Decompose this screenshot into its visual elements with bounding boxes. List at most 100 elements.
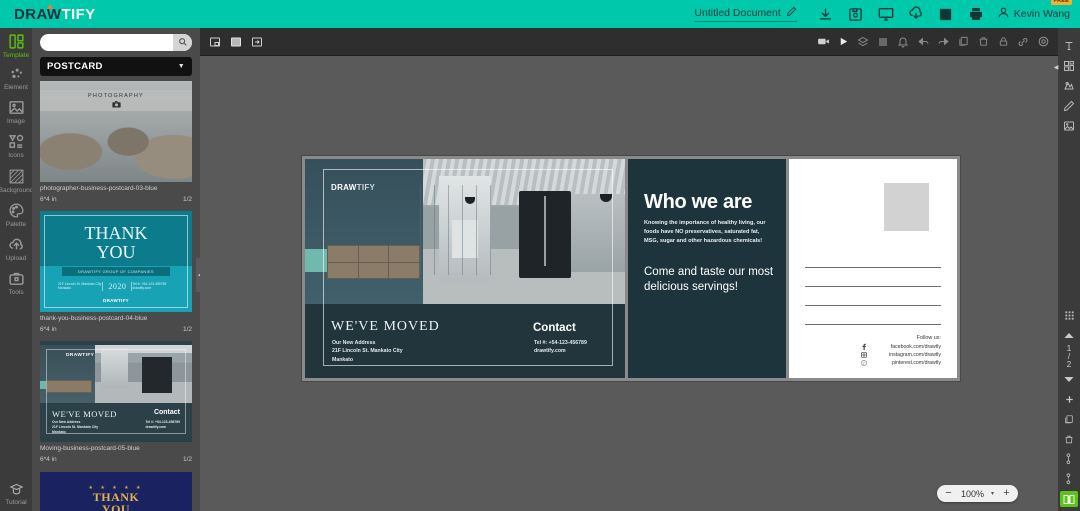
card-headline[interactable]: WE'VE MOVED: [331, 319, 440, 335]
template-thumbnail-photography[interactable]: PHOTOGRAPHY: [40, 81, 192, 182]
zoom-out-button[interactable]: −: [943, 488, 954, 499]
template-thumbnail-thankyou-teal[interactable]: THANK YOU DRAWTIFY GROUP OF COMPANIES 21…: [40, 211, 192, 313]
link-icon[interactable]: [1016, 35, 1030, 49]
alert-bell-icon[interactable]: [896, 35, 910, 49]
template-thumbnail-thankyou-navy[interactable]: ★ ★ ★ ★ ★ THANK YOU Very Much DRAWTIFY G…: [40, 471, 192, 511]
page-up-icon[interactable]: [1058, 325, 1080, 345]
preview-button[interactable]: [871, 0, 901, 28]
search-box[interactable]: [40, 34, 192, 51]
sidebar-item-element-label: Element: [4, 84, 28, 92]
layers-icon[interactable]: [856, 35, 870, 49]
social-row[interactable]: pinterest.com/drawtly: [801, 359, 941, 366]
template-item[interactable]: ★ ★ ★ ★ ★ THANK YOU Very Much DRAWTIFY G…: [40, 471, 192, 511]
app-logo[interactable]: DRAWTIFY: [14, 3, 96, 23]
user-account[interactable]: FREE Kevin Wang: [997, 0, 1072, 22]
settings-gear-icon[interactable]: [1036, 35, 1050, 49]
play-icon[interactable]: [836, 35, 850, 49]
sidebar-item-template[interactable]: Template: [0, 28, 32, 62]
canvas-toolbar: [200, 28, 1058, 56]
sidebar-item-background[interactable]: Background: [0, 163, 33, 197]
graduation-cap-icon: [8, 482, 25, 497]
category-dropdown-value: POSTCARD: [47, 61, 103, 72]
grid-icon[interactable]: [1058, 305, 1080, 325]
card-contact-block[interactable]: Tel #: +54-123-456789 drawtify.com: [534, 339, 587, 356]
sidebar-item-tutorial[interactable]: Tutorial: [0, 477, 32, 509]
category-dropdown[interactable]: POSTCARD ▼: [40, 57, 192, 76]
copy-icon[interactable]: [956, 35, 970, 49]
sidebar-item-palette[interactable]: Palette: [0, 197, 32, 231]
thumb-right-info: Tel #: +54-123-456789 drawtify.com: [132, 282, 167, 291]
thumb-contact-title: Contact: [153, 409, 180, 417]
undo-icon[interactable]: [916, 35, 930, 49]
card-contact-title[interactable]: Contact: [533, 322, 576, 334]
zoom-value[interactable]: 100%: [961, 489, 984, 499]
text-tool-icon[interactable]: [1058, 36, 1080, 56]
export-art-button[interactable]: [931, 0, 961, 28]
sidebar-item-icons[interactable]: Icons: [0, 128, 32, 162]
sidebar-item-element[interactable]: Element: [0, 62, 32, 94]
sidebar-item-tools[interactable]: Tools: [0, 265, 32, 299]
document-title[interactable]: Untitled Document: [694, 6, 797, 22]
save-button[interactable]: [841, 0, 871, 28]
lock-icon[interactable]: [996, 35, 1010, 49]
fit-page-icon[interactable]: [208, 35, 222, 49]
search-button[interactable]: [173, 34, 192, 51]
template-meta: 6*4 in 1/2: [40, 325, 192, 334]
about-heading[interactable]: Who we are: [644, 191, 752, 214]
align-list-icon[interactable]: [876, 35, 890, 49]
sidebar-item-image[interactable]: Image: [0, 94, 32, 128]
sidebar-item-tools-label: Tools: [8, 288, 24, 296]
save-template-button[interactable]: [811, 0, 841, 28]
trash-icon[interactable]: [976, 35, 990, 49]
artboard[interactable]: DRAWTIFY WE'VE MOVED Our New Address 21F…: [302, 156, 960, 381]
book-pages-button[interactable]: [1060, 491, 1078, 507]
unlink-pages-icon[interactable]: [1058, 469, 1080, 489]
zoom-in-button[interactable]: +: [1001, 488, 1012, 499]
thumb-photography-band: PHOTOGRAPHY: [40, 90, 192, 111]
download-button[interactable]: [901, 0, 931, 28]
select-rectangle-icon[interactable]: [229, 35, 243, 49]
template-item[interactable]: DRAWTIFY WE'VE MOVED Our New Address 21F…: [40, 341, 192, 464]
duplicate-page-icon[interactable]: [1058, 409, 1080, 429]
pencil-icon[interactable]: [786, 6, 797, 20]
card-logo[interactable]: DRAWTIFY: [331, 183, 375, 192]
thumb-left-info: 21F Lincoln St. Mankato City Mankato: [58, 282, 102, 291]
canvas-area[interactable]: DRAWTIFY WE'VE MOVED Our New Address 21F…: [200, 56, 1058, 511]
template-item[interactable]: THANK YOU DRAWTIFY GROUP OF COMPANIES 21…: [40, 211, 192, 334]
artboard-card-front[interactable]: DRAWTIFY WE'VE MOVED Our New Address 21F…: [302, 156, 628, 381]
page-down-icon[interactable]: [1058, 369, 1080, 389]
stamp-placeholder[interactable]: [884, 183, 929, 231]
artboard-card-about[interactable]: Who we are Knowing the importance of hea…: [628, 156, 786, 381]
mask-icon[interactable]: [1058, 76, 1080, 96]
image-frame-icon[interactable]: [1058, 116, 1080, 136]
search-row: [32, 28, 200, 55]
chevron-down-icon[interactable]: ▾: [991, 490, 994, 497]
pen-tool-icon[interactable]: [1058, 96, 1080, 116]
zoom-control[interactable]: − 100% ▾ +: [936, 485, 1018, 502]
delete-page-icon[interactable]: [1058, 429, 1080, 449]
add-page-icon[interactable]: [1058, 389, 1080, 409]
right-rail-expand-tab[interactable]: ◀: [1053, 61, 1059, 73]
about-cta[interactable]: Come and taste our most delicious servin…: [644, 265, 774, 294]
layout-grid-icon[interactable]: [1058, 56, 1080, 76]
redo-icon[interactable]: [936, 35, 950, 49]
link-pages-icon[interactable]: [1058, 449, 1080, 469]
social-row[interactable]: instagram.com/drawtly: [801, 351, 941, 358]
card-address-block[interactable]: Our New Address 21F Lincoln St. Mankato …: [332, 339, 403, 364]
chevron-down-icon: ▼: [177, 63, 185, 70]
video-icon[interactable]: [816, 35, 830, 49]
card-inner-frame: [323, 169, 613, 366]
print-button[interactable]: [961, 0, 991, 28]
sidebar-item-tutorial-label: Tutorial: [5, 498, 27, 506]
sidebar-item-upload[interactable]: Upload: [0, 231, 32, 265]
canvas-toolbar-left: [208, 35, 264, 49]
artboard-card-back[interactable]: Follow us: facebook.com/drawtly instagra…: [786, 156, 960, 381]
search-input[interactable]: [40, 34, 192, 51]
template-thumbnail-moving[interactable]: DRAWTIFY WE'VE MOVED Our New Address 21F…: [40, 341, 192, 443]
insert-page-icon[interactable]: [250, 35, 264, 49]
icons-shapes-icon: [8, 133, 25, 150]
social-row[interactable]: facebook.com/drawtly: [801, 343, 941, 350]
about-body[interactable]: Knowing the importance of healthy living…: [644, 219, 771, 247]
card-logo-draw: DRAW: [331, 183, 357, 192]
template-item[interactable]: PHOTOGRAPHY photographer-business-postca…: [40, 81, 192, 204]
